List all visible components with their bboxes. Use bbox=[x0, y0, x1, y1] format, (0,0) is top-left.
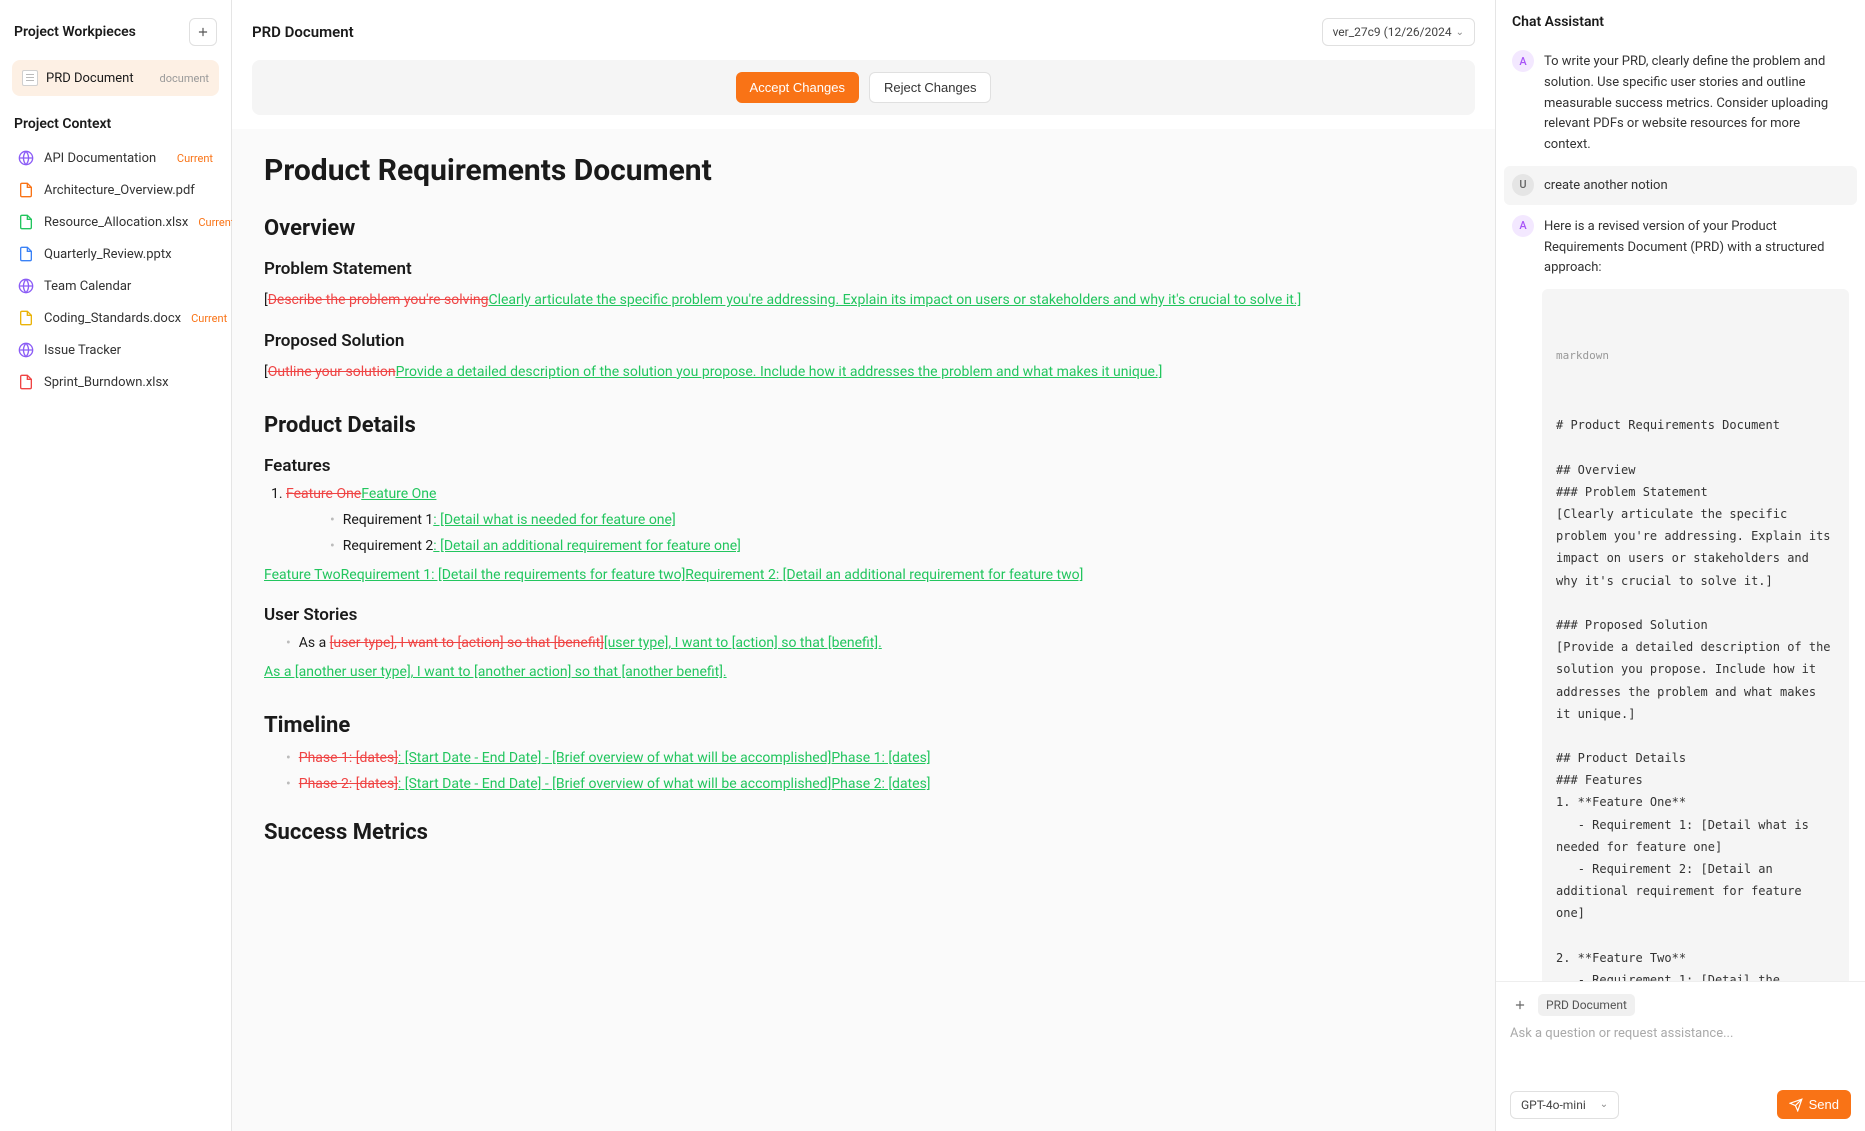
context-item[interactable]: Sprint_Burndown.xlsx bbox=[6, 366, 225, 398]
context-item[interactable]: Issue Tracker bbox=[6, 334, 225, 366]
message-text: To write your PRD, clearly define the pr… bbox=[1544, 50, 1849, 156]
context-item-name: Quarterly_Review.pptx bbox=[44, 247, 213, 262]
stories-heading: User Stories bbox=[264, 605, 1463, 625]
phase-item: Phase 1: [dates]: [Start Date - End Date… bbox=[286, 750, 1463, 766]
context-chip[interactable]: PRD Document bbox=[1538, 994, 1635, 1016]
feature-item: Feature OneFeature One Requirement 1: [D… bbox=[286, 486, 1463, 554]
assistant-avatar: A bbox=[1512, 215, 1534, 237]
user-avatar: U bbox=[1512, 174, 1534, 196]
diff-banner: Accept Changes Reject Changes bbox=[252, 60, 1475, 115]
chat-message-user: U create another notion bbox=[1504, 166, 1857, 205]
globe-icon bbox=[18, 150, 34, 166]
file-icon bbox=[18, 246, 34, 262]
context-item-name: Issue Tracker bbox=[44, 343, 213, 358]
doc-title: PRD Document bbox=[252, 23, 354, 41]
doc-h1: Product Requirements Document bbox=[264, 153, 1463, 188]
workpiece-item[interactable]: PRD Document document bbox=[12, 60, 219, 96]
version-select[interactable]: ver_27c9 (12/26/2024 ⌄ bbox=[1322, 18, 1475, 46]
workpiece-name: PRD Document bbox=[46, 71, 152, 86]
features-heading: Features bbox=[264, 456, 1463, 476]
context-item[interactable]: Team Calendar bbox=[6, 270, 225, 302]
chevron-down-icon: ⌄ bbox=[1456, 27, 1464, 38]
add-context-button[interactable] bbox=[1510, 995, 1530, 1015]
model-select[interactable]: GPT-4o-mini ⌄ bbox=[1510, 1091, 1619, 1119]
solution-heading: Proposed Solution bbox=[264, 331, 1463, 351]
feature-two-line: Feature TwoRequirement 1: [Detail the re… bbox=[264, 564, 1463, 588]
code-lang: markdown bbox=[1556, 346, 1835, 366]
version-label: ver_27c9 (12/26/2024 bbox=[1333, 25, 1452, 39]
context-item-name: Resource_Allocation.xlsx bbox=[44, 215, 188, 230]
send-icon bbox=[1789, 1098, 1803, 1112]
sidebar-title: Project Workpieces bbox=[14, 24, 136, 40]
context-item[interactable]: Resource_Allocation.xlsxCurrent bbox=[6, 206, 225, 238]
workpiece-tag: document bbox=[160, 72, 209, 85]
current-badge: Current bbox=[198, 216, 234, 229]
accept-changes-button[interactable]: Accept Changes bbox=[736, 72, 859, 103]
message-text: Here is a revised version of your Produc… bbox=[1544, 215, 1849, 279]
document-icon bbox=[22, 70, 38, 86]
file-icon bbox=[18, 374, 34, 390]
current-badge: Current bbox=[177, 152, 213, 165]
context-item[interactable]: Quarterly_Review.pptx bbox=[6, 238, 225, 270]
context-item-name: Architecture_Overview.pdf bbox=[44, 183, 213, 198]
current-badge: Current bbox=[191, 312, 227, 325]
add-workpiece-button[interactable] bbox=[189, 18, 217, 46]
chevron-down-icon: ⌄ bbox=[1600, 1099, 1608, 1110]
story-item: As a [another user type], I want to [ano… bbox=[264, 661, 1463, 685]
chat-input[interactable] bbox=[1510, 1026, 1851, 1086]
file-icon bbox=[18, 182, 34, 198]
globe-icon bbox=[18, 342, 34, 358]
assistant-avatar: A bbox=[1512, 50, 1534, 72]
metrics-heading: Success Metrics bbox=[264, 820, 1463, 845]
phase-item: Phase 2: [dates]: [Start Date - End Date… bbox=[286, 776, 1463, 792]
details-heading: Product Details bbox=[264, 413, 1463, 438]
requirement-item: Requirement 1: [Detail what is needed fo… bbox=[330, 512, 1463, 528]
reject-changes-button[interactable]: Reject Changes bbox=[869, 72, 992, 103]
file-icon bbox=[18, 214, 34, 230]
context-item-name: Coding_Standards.docx bbox=[44, 311, 181, 326]
context-item[interactable]: Coding_Standards.docx Current bbox=[6, 302, 225, 334]
code-block: markdown # Product Requirements Document… bbox=[1542, 289, 1849, 981]
plus-icon bbox=[196, 25, 210, 39]
code-content: # Product Requirements Document ## Overv… bbox=[1556, 414, 1835, 981]
send-button[interactable]: Send bbox=[1777, 1090, 1851, 1119]
context-item[interactable]: Architecture_Overview.pdf bbox=[6, 174, 225, 206]
file-icon bbox=[18, 310, 34, 326]
overview-heading: Overview bbox=[264, 216, 1463, 241]
story-item: As a [user type], I want to [action] so … bbox=[286, 635, 1463, 651]
context-item-name: Team Calendar bbox=[44, 279, 213, 294]
globe-icon bbox=[18, 278, 34, 294]
solution-text: [Outline your solutionProvide a detailed… bbox=[264, 361, 1463, 385]
message-text: create another notion bbox=[1544, 174, 1668, 197]
requirement-item: Requirement 2: [Detail an additional req… bbox=[330, 538, 1463, 554]
chat-message: A To write your PRD, clearly define the … bbox=[1512, 50, 1849, 156]
problem-heading: Problem Statement bbox=[264, 259, 1463, 279]
context-title: Project Context bbox=[0, 96, 231, 142]
problem-text: [Describe the problem you're solvingClea… bbox=[264, 289, 1463, 313]
context-item[interactable]: API Documentation Current bbox=[6, 142, 225, 174]
context-item-name: API Documentation bbox=[44, 151, 167, 166]
chat-message: A Here is a revised version of your Prod… bbox=[1512, 215, 1849, 279]
plus-icon bbox=[1513, 998, 1527, 1012]
chat-title: Chat Assistant bbox=[1496, 0, 1865, 40]
timeline-heading: Timeline bbox=[264, 713, 1463, 738]
model-label: GPT-4o-mini bbox=[1521, 1098, 1586, 1112]
context-item-name: Sprint_Burndown.xlsx bbox=[44, 375, 213, 390]
